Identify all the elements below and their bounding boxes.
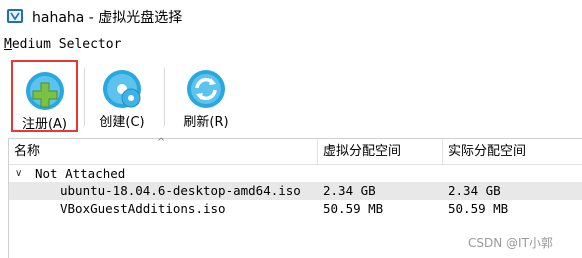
create-button-label: 创建(C) (99, 115, 145, 130)
virtual-size: 50.59 MB (323, 201, 384, 216)
virtual-size: 2.34 GB (323, 183, 376, 198)
chevron-down-icon[interactable]: ∨ (15, 165, 22, 183)
table-row[interactable]: ubuntu-18.04.6-desktop-amd64.iso 2.34 GB… (9, 182, 582, 200)
refresh-icon (187, 70, 225, 108)
column-header: ^ 名称 虚拟分配空间 实际分配空间 (9, 137, 582, 165)
title-bar: hahaha - 虚拟光盘选择 (0, 0, 582, 32)
actual-size: 2.34 GB (448, 183, 501, 198)
register-button-label: 注册(A) (21, 117, 68, 132)
medium-selector-label: Medium Selector (4, 37, 121, 52)
group-label: Not Attached (35, 166, 126, 181)
refresh-button[interactable]: 刷新(R) (174, 60, 238, 132)
column-actual-size[interactable]: 实际分配空间 (442, 139, 582, 165)
create-button[interactable]: 创建(C) (90, 60, 154, 132)
watermark: CSDN @IT小郭 (468, 236, 553, 250)
column-name[interactable]: 名称 (9, 139, 317, 165)
refresh-button-label: 刷新(R) (183, 115, 229, 130)
toolbar: 注册(A) 创建(C) 刷新(R) (0, 58, 582, 136)
virtualbox-app-icon (7, 9, 23, 23)
actual-size: 50.59 MB (448, 201, 509, 216)
table-row[interactable]: VBoxGuestAdditions.iso 50.59 MB 50.59 MB (9, 200, 582, 218)
window-title: hahaha - 虚拟光盘选择 (32, 10, 183, 26)
register-icon (25, 72, 64, 110)
medium-name: VBoxGuestAdditions.iso (60, 201, 226, 216)
column-virtual-size[interactable]: 虚拟分配空间 (317, 139, 442, 165)
medium-name: ubuntu-18.04.6-desktop-amd64.iso (60, 183, 301, 198)
create-icon (103, 70, 141, 108)
toolbar-separator (84, 68, 85, 126)
medium-selector-text: edium Selector (11, 37, 122, 52)
group-row-not-attached[interactable]: ∨ Not Attached (9, 165, 582, 183)
medium-selector-accelerator: M (4, 37, 12, 52)
register-button[interactable]: 注册(A) (11, 60, 78, 132)
toolbar-separator (164, 68, 165, 126)
